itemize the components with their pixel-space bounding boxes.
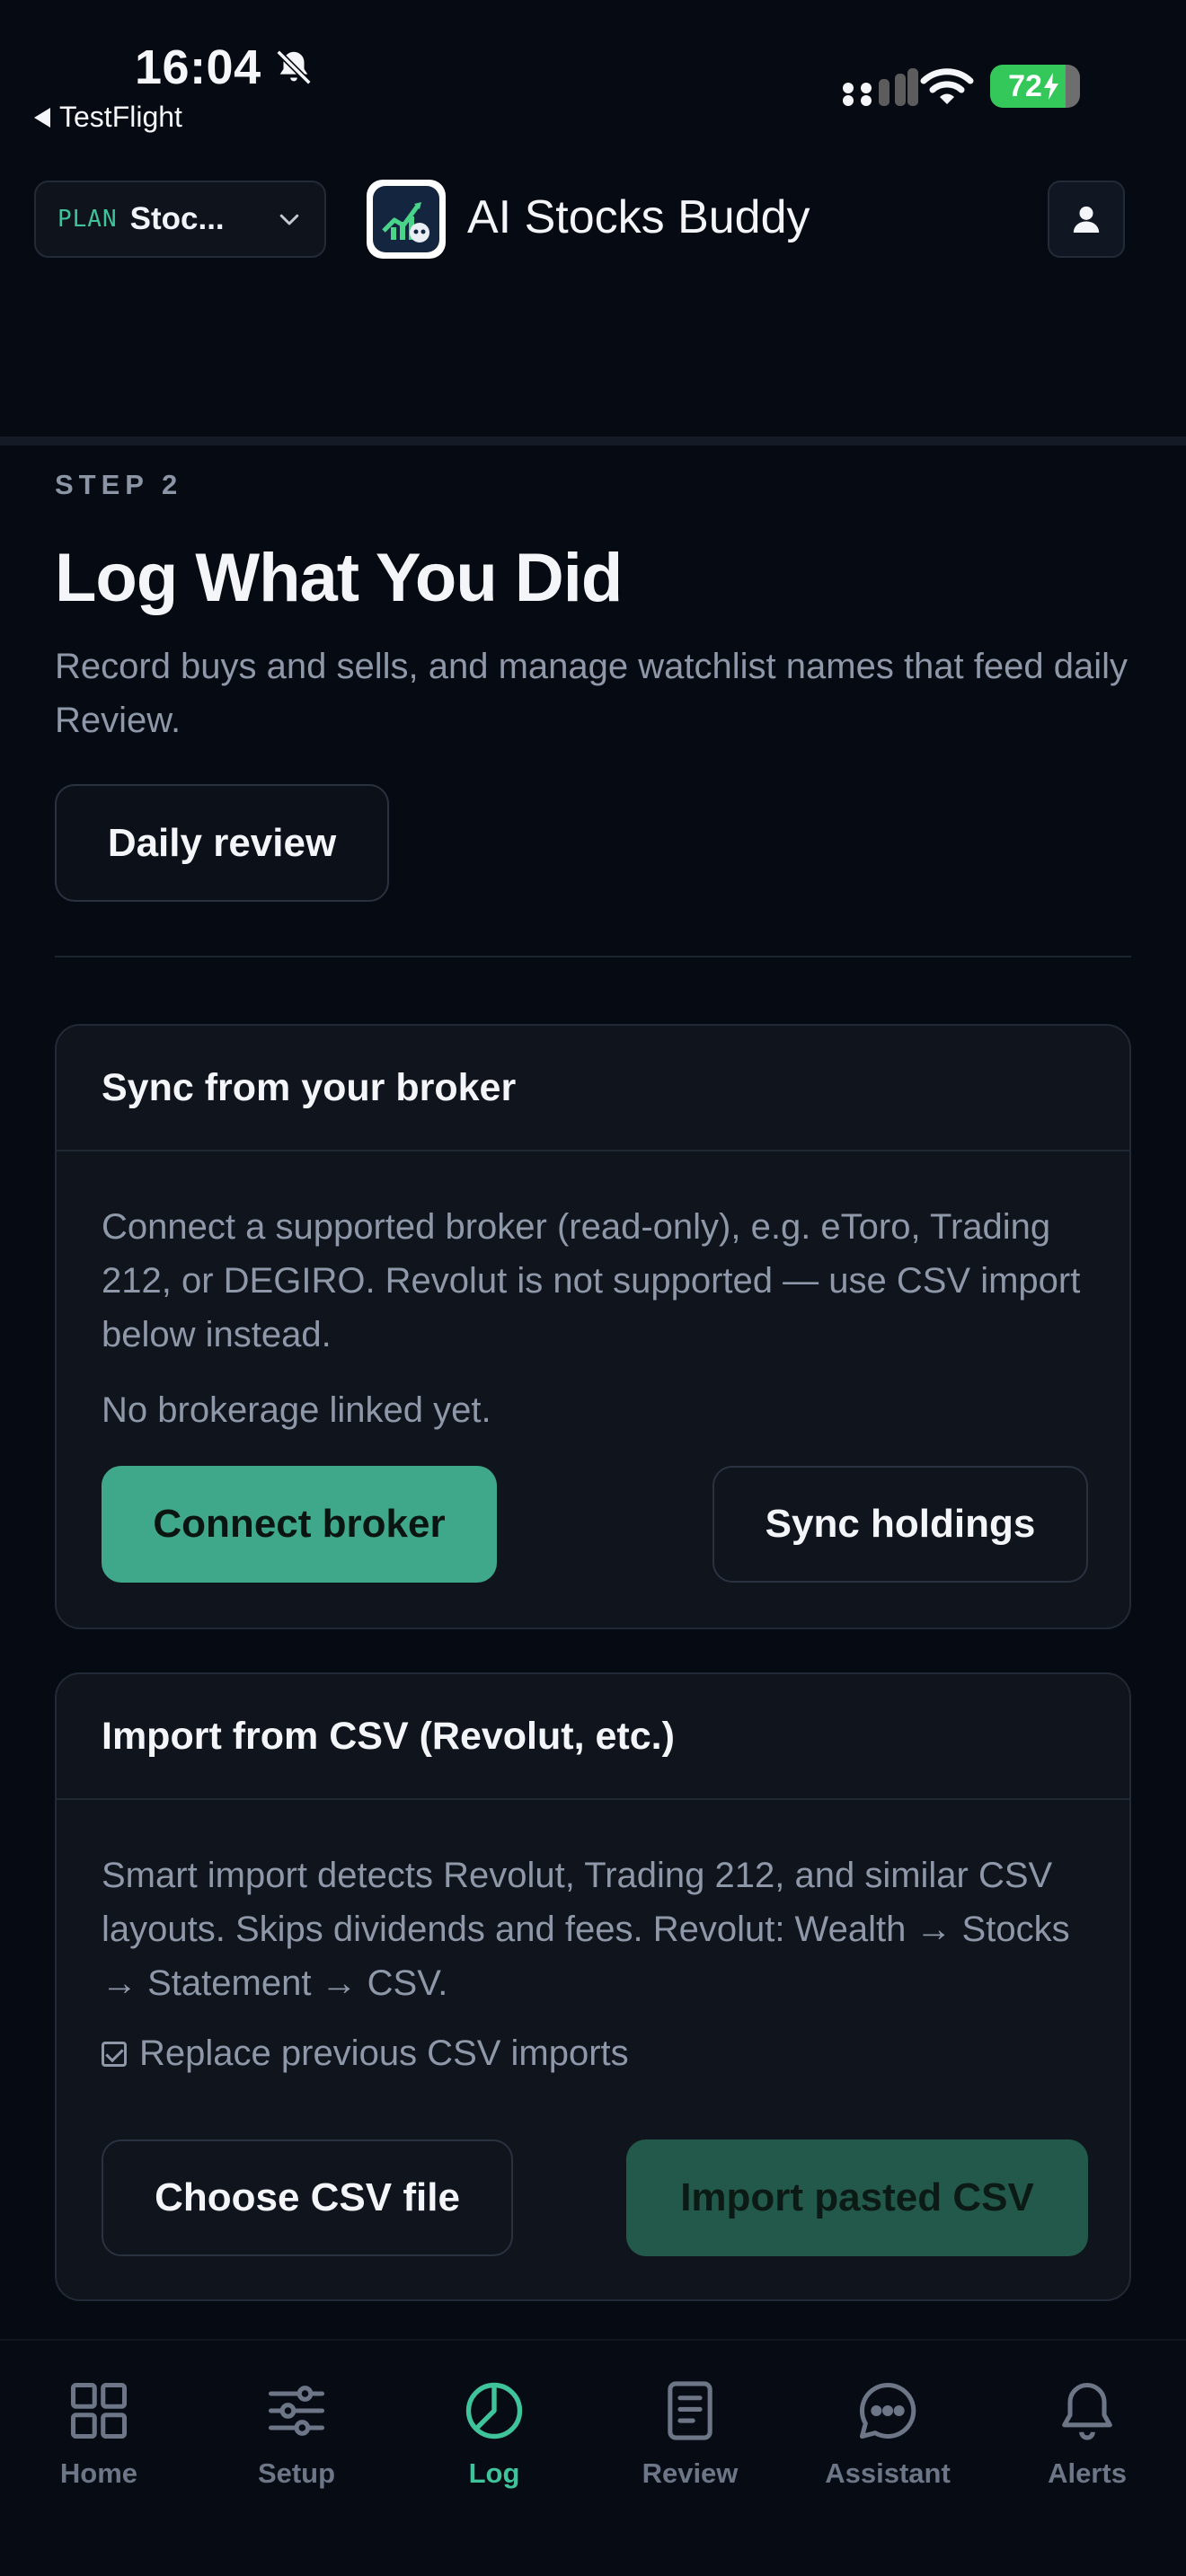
sync-holdings-button[interactable]: Sync holdings	[712, 1466, 1088, 1583]
profile-button[interactable]	[1048, 181, 1125, 258]
tab-assistant[interactable]: Assistant	[798, 2377, 978, 2490]
checkbox-checked-icon	[102, 2041, 127, 2067]
csv-import-card: Import from CSV (Revolut, etc.) Smart im…	[55, 1672, 1131, 2301]
header-divider	[0, 437, 1186, 446]
chevron-down-icon	[279, 214, 299, 225]
tab-review[interactable]: Review	[600, 2377, 780, 2490]
import-pasted-csv-button[interactable]: Import pasted CSV	[626, 2139, 1088, 2256]
replace-imports-label: Replace previous CSV imports	[139, 2033, 629, 2073]
app-logo	[367, 180, 446, 259]
user-icon	[1073, 206, 1100, 233]
plan-selector[interactable]: PLAN Stoc...	[34, 181, 326, 258]
bottom-tab-bar: Home Setup Log Review Assistant Alerts	[0, 2339, 1186, 2576]
document-icon	[668, 2381, 712, 2440]
back-to-app-link[interactable]: TestFlight	[34, 101, 182, 134]
tab-setup-label: Setup	[257, 2457, 336, 2489]
tab-log-label: Log	[468, 2457, 520, 2489]
tab-home-label: Home	[59, 2457, 138, 2489]
cellular-signal-icon	[843, 68, 918, 106]
robot-chart-logo-icon	[373, 186, 439, 252]
status-time: 16:04	[135, 40, 261, 94]
broker-sync-card: Sync from your broker Connect a supporte…	[55, 1024, 1131, 1629]
tab-assistant-label: Assistant	[825, 2457, 951, 2489]
replace-imports-checkbox[interactable]: Replace previous CSV imports	[102, 2033, 629, 2074]
app-title: AI Stocks Buddy	[467, 191, 810, 243]
tab-alerts-label: Alerts	[1048, 2457, 1127, 2489]
tab-home[interactable]: Home	[9, 2377, 189, 2490]
broker-card-description: Connect a supported broker (read-only), …	[102, 1207, 1081, 1354]
wifi-icon	[920, 68, 974, 104]
tab-log[interactable]: Log	[404, 2377, 584, 2490]
tab-alerts[interactable]: Alerts	[997, 2377, 1177, 2490]
back-arrow-icon	[34, 107, 50, 128]
broker-card-title: Sync from your broker	[57, 1026, 1129, 1151]
choose-csv-file-button[interactable]: Choose CSV file	[102, 2139, 513, 2256]
broker-status-text: No brokerage linked yet.	[102, 1390, 491, 1430]
tab-review-label: Review	[642, 2457, 739, 2489]
plan-name: Stoc...	[129, 201, 225, 236]
back-app-label: TestFlight	[59, 101, 182, 133]
section-divider	[55, 956, 1131, 957]
grid-icon	[70, 2382, 128, 2439]
pie-chart-icon	[465, 2382, 523, 2439]
bell-icon	[1062, 2382, 1112, 2440]
battery-level: 72	[1008, 68, 1042, 103]
page-title: Log What You Did	[55, 540, 623, 616]
chat-bubble-icon	[859, 2382, 916, 2439]
plan-tag: PLAN	[58, 206, 118, 233]
csv-card-description: Smart import detects Revolut, Trading 21…	[102, 1856, 1070, 2003]
sliders-icon	[268, 2386, 325, 2436]
daily-review-button[interactable]: Daily review	[55, 784, 389, 902]
page-description: Record buys and sells, and manage watchl…	[55, 647, 1128, 740]
tab-setup[interactable]: Setup	[207, 2377, 386, 2490]
battery-empty-segment	[1066, 65, 1080, 108]
step-label: STEP 2	[55, 469, 183, 500]
csv-card-title: Import from CSV (Revolut, etc.)	[57, 1674, 1129, 1800]
connect-broker-button[interactable]: Connect broker	[102, 1466, 497, 1583]
bell-slash-icon	[276, 49, 312, 85]
charging-bolt-icon	[1043, 73, 1058, 100]
